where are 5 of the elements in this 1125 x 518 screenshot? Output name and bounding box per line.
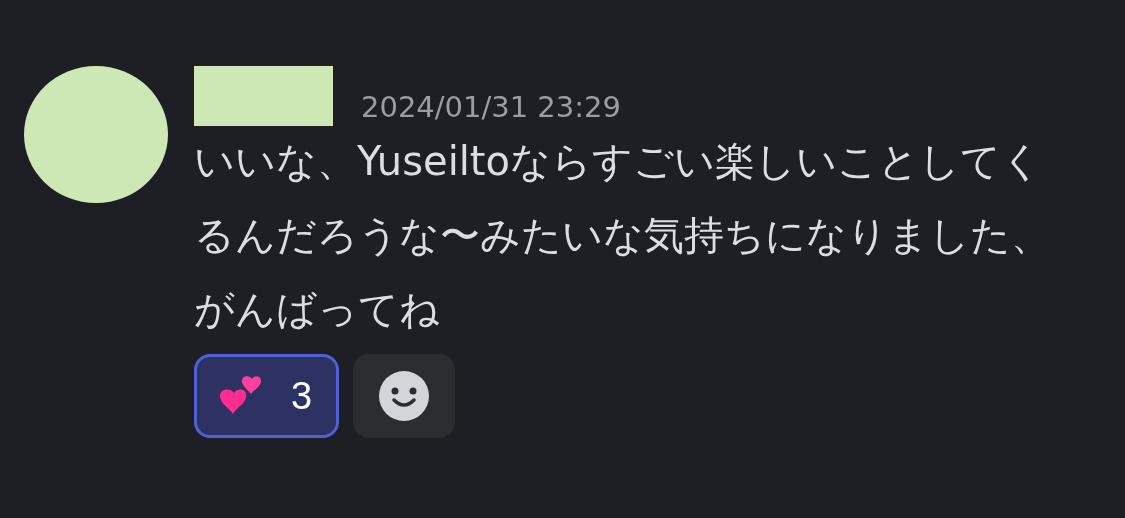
message-text: いいな、Yuseiltoならすごい楽しいことしてくるんだろうな〜みたいな気持ちになりました、がんばってね xyxy=(194,137,1052,334)
smiley-icon xyxy=(379,371,430,421)
reaction-button[interactable]: 3 xyxy=(194,354,340,438)
add-reaction-button[interactable] xyxy=(353,354,456,438)
timestamp: 2024/01/31 23:29 xyxy=(361,90,621,126)
